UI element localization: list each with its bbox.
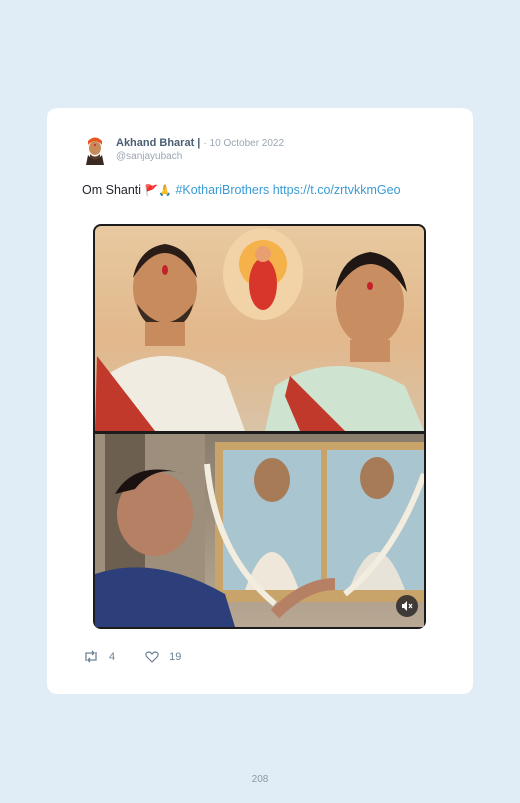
author-line: Akhand Bharat | · 10 October 2022 xyxy=(116,137,284,149)
tweet-actions: 4 19 xyxy=(83,650,211,663)
photo-bottom-panel xyxy=(95,434,424,627)
avatar[interactable] xyxy=(82,135,108,165)
heart-icon xyxy=(145,650,159,663)
author-handle[interactable]: @sanjayubach xyxy=(116,151,182,162)
like-count: 19 xyxy=(169,650,182,663)
retweet-button[interactable]: 4 xyxy=(83,650,115,663)
tweet-date[interactable]: · 10 October 2022 xyxy=(203,138,284,149)
tweet-card: Akhand Bharat | · 10 October 2022 @sanja… xyxy=(47,108,473,694)
mute-icon xyxy=(402,601,413,611)
mute-button[interactable] xyxy=(396,595,418,617)
page-number: 208 xyxy=(251,774,269,785)
author-name[interactable]: Akhand Bharat | xyxy=(116,137,200,149)
retweet-count: 4 xyxy=(109,650,116,663)
flag-pray-emoji: 🚩🙏 xyxy=(144,185,172,197)
photo-top-panel xyxy=(95,226,424,431)
tweet-text: Om Shanti 🚩🙏 #KothariBrothers https://t.… xyxy=(82,183,401,197)
tweet-video[interactable] xyxy=(93,224,426,629)
like-button[interactable]: 19 xyxy=(145,651,181,663)
url-link[interactable]: https://t.co/zrtvkkmGeo xyxy=(273,183,401,197)
tweet-text-prefix: Om Shanti xyxy=(82,183,142,197)
retweet-icon xyxy=(85,650,97,663)
hashtag-link[interactable]: #KothariBrothers xyxy=(175,183,269,197)
